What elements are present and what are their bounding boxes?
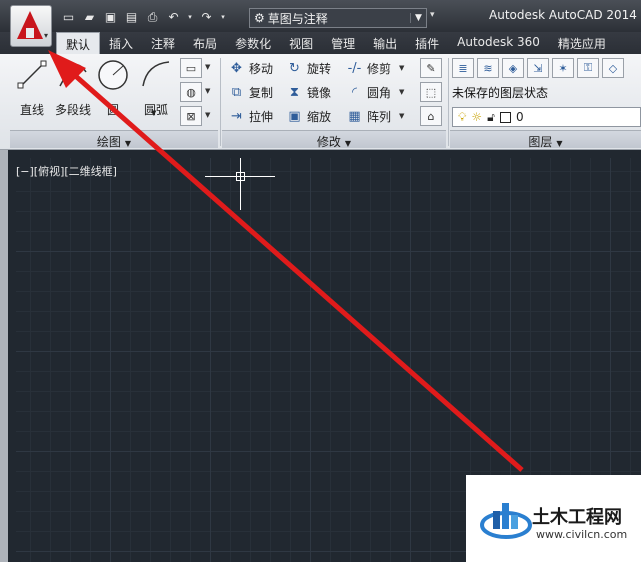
- site-watermark: 土木工程网 www.civilcn.com: [466, 475, 641, 562]
- watermark-logo-icon: [480, 503, 532, 539]
- watermark-name: 土木工程网: [532, 507, 622, 528]
- arrow-shaft: [60, 62, 524, 472]
- watermark-url: www.civilcn.com: [536, 528, 628, 541]
